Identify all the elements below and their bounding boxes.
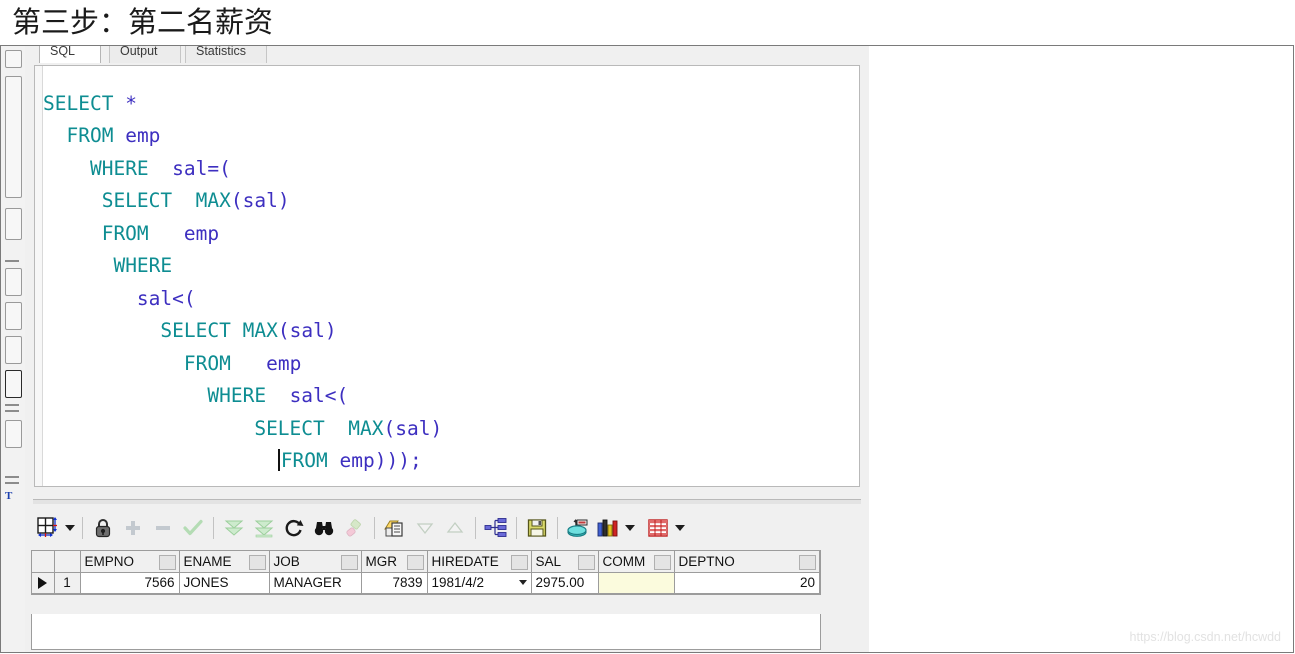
report-icon[interactable] (643, 511, 673, 545)
col-header-job[interactable]: JOB (269, 551, 362, 573)
row-indicator-icon (38, 577, 48, 590)
cell-deptno[interactable]: 20 (674, 572, 820, 594)
rail-chip[interactable] (5, 76, 22, 198)
col-label: HIREDATE (431, 553, 499, 569)
col-header-hiredate[interactable]: HIREDATE (427, 551, 532, 573)
refresh-icon[interactable] (279, 511, 309, 545)
cell-job[interactable]: MANAGER (269, 572, 362, 594)
col-header-sal[interactable]: SAL (531, 551, 599, 573)
results-table: EMPNO ENAME JOB MGR HIREDATE SAL COMM DE… (32, 551, 820, 594)
col-header-deptno[interactable]: DEPTNO (674, 551, 820, 573)
cell-ename[interactable]: JONES (179, 572, 270, 594)
toolbar-separator (552, 511, 563, 545)
grid-empty-area (31, 614, 821, 650)
col-header-comm[interactable]: COMM (598, 551, 675, 573)
watermark: https://blog.csdn.net/hcwdd (1129, 630, 1281, 644)
tab-sql-label: SQL (50, 46, 76, 58)
rail-chip[interactable] (5, 420, 22, 448)
cell-hiredate-value: 1981/4/2 (431, 575, 485, 590)
empty-right-area (869, 46, 1293, 652)
copy-to-clipboard-icon[interactable] (380, 511, 410, 545)
fetch-last-page-icon[interactable] (249, 511, 279, 545)
rail-divider (5, 476, 19, 478)
chart-icon[interactable] (593, 511, 623, 545)
report-dropdown[interactable] (673, 511, 687, 545)
rail-chip[interactable] (5, 336, 22, 364)
col-label: ENAME (183, 553, 232, 569)
query-builder-icon[interactable] (481, 511, 511, 545)
tab-output[interactable]: Output (109, 46, 181, 63)
col-label: COMM (602, 553, 646, 569)
rail-divider (5, 410, 19, 412)
tab-output-label: Output (120, 46, 158, 58)
tab-statistics-label: Statistics (196, 46, 247, 58)
editor-gutter (35, 66, 43, 486)
row-selector[interactable] (32, 572, 55, 594)
sort-descending-icon[interactable] (410, 511, 440, 545)
page-title: 第三步：第二名薪资 (12, 5, 274, 39)
tab-statistics[interactable]: Statistics (185, 46, 267, 63)
rail-chip[interactable] (5, 208, 22, 240)
editor-tabstrip: SQL Output Statistics (25, 46, 869, 63)
toolbar-separator (369, 511, 380, 545)
col-rownum-corner[interactable] (54, 551, 81, 573)
table-row[interactable]: 1 7566 JONES MANAGER 7839 1981/4/2 2975.… (32, 572, 820, 594)
sql-editor-panel: SQL Output Statistics SELECT * FROM emp … (25, 46, 869, 498)
chart-dropdown[interactable] (623, 511, 637, 545)
save-icon[interactable] (522, 511, 552, 545)
delete-row-icon[interactable] (148, 511, 178, 545)
rail-chip[interactable] (5, 302, 22, 330)
sql-text-area[interactable]: SELECT * FROM emp WHERE sal=( SELECT MAX… (34, 65, 860, 487)
date-dropdown-icon (518, 579, 527, 585)
find-icon[interactable] (309, 511, 339, 545)
toolbar-separator (470, 511, 481, 545)
toolbar-separator (511, 511, 522, 545)
col-header-ename[interactable]: ENAME (179, 551, 270, 573)
toolbar-separator (208, 511, 219, 545)
sql-code[interactable]: SELECT * FROM emp WHERE sal=( SELECT MAX… (43, 88, 859, 473)
toolbar-separator (77, 511, 88, 545)
rail-divider (5, 260, 19, 262)
rail-divider (5, 482, 19, 484)
table-header-row: EMPNO ENAME JOB MGR HIREDATE SAL COMM DE… (32, 551, 820, 573)
col-label: EMPNO (84, 553, 135, 569)
insert-row-icon[interactable] (118, 511, 148, 545)
results-grid[interactable]: EMPNO ENAME JOB MGR HIREDATE SAL COMM DE… (31, 550, 821, 595)
results-toolbar (27, 508, 865, 548)
text-tool-icon[interactable]: T (5, 490, 12, 502)
cell-sal[interactable]: 2975.00 (531, 572, 599, 594)
cell-empno[interactable]: 7566 (80, 572, 180, 594)
lock-icon[interactable] (88, 511, 118, 545)
rail-chip[interactable] (5, 268, 22, 296)
rail-chip[interactable] (5, 370, 22, 398)
text-caret (277, 449, 280, 471)
col-header-mgr[interactable]: MGR (361, 551, 428, 573)
export-data-icon[interactable] (563, 511, 593, 545)
cell-hiredate[interactable]: 1981/4/2 (427, 572, 532, 594)
cell-mgr[interactable]: 7839 (361, 572, 428, 594)
grid-layout-icon[interactable] (33, 511, 63, 545)
results-panel: EMPNO ENAME JOB MGR HIREDATE SAL COMM DE… (25, 504, 869, 652)
left-toolbar-rail: T (1, 46, 26, 652)
clear-filter-icon[interactable] (339, 511, 369, 545)
col-label: DEPTNO (678, 553, 735, 569)
row-number: 1 (54, 572, 81, 594)
cell-comm[interactable] (598, 572, 675, 594)
grid-layout-dropdown[interactable] (63, 511, 77, 545)
col-label: MGR (365, 553, 398, 569)
rail-chip[interactable] (5, 50, 22, 68)
col-label: JOB (273, 553, 300, 569)
col-select-corner[interactable] (32, 551, 55, 573)
rail-divider (5, 404, 19, 406)
post-changes-icon[interactable] (178, 511, 208, 545)
col-label: SAL (535, 553, 562, 569)
tab-sql[interactable]: SQL (39, 46, 101, 63)
fetch-next-page-icon[interactable] (219, 511, 249, 545)
screenshot-frame: T SQL Output Statistics SELECT * FROM em… (0, 45, 1294, 653)
col-header-empno[interactable]: EMPNO (80, 551, 180, 573)
sort-ascending-icon[interactable] (440, 511, 470, 545)
